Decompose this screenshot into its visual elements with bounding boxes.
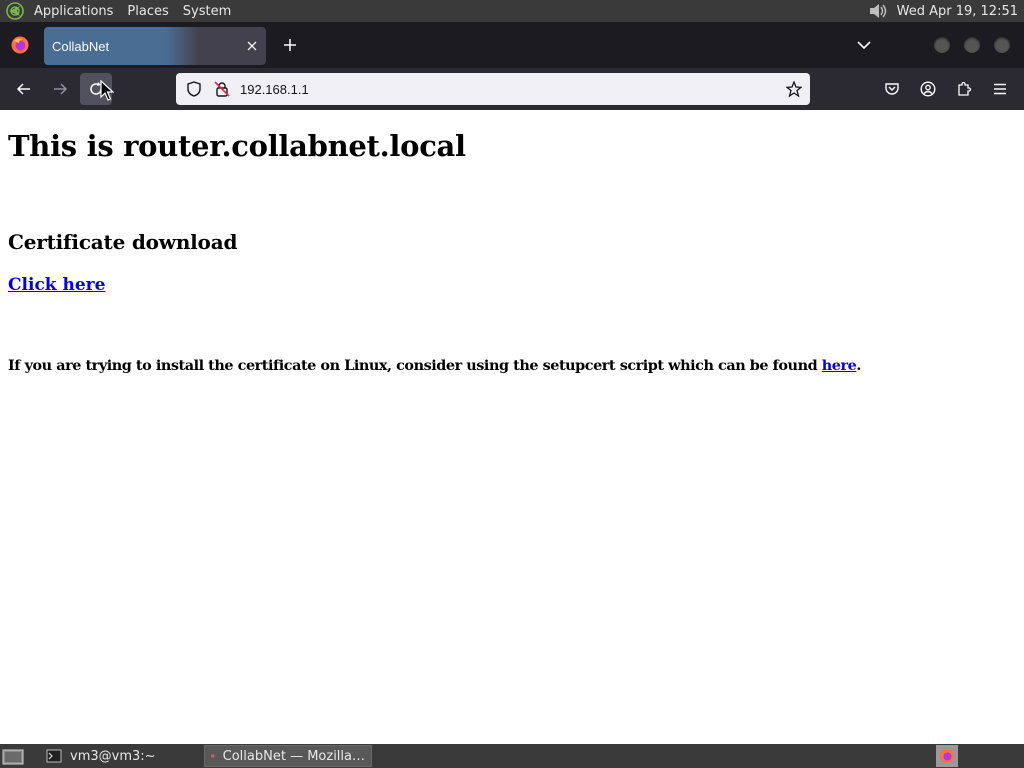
back-button[interactable] <box>8 73 40 105</box>
firefox-icon[interactable] <box>10 35 30 55</box>
taskbar-terminal-label: vm3@vm3:~ <box>70 748 156 764</box>
page-title: This is router.collabnet.local <box>8 129 466 163</box>
minimize-window-button[interactable] <box>934 37 950 53</box>
workspace-switcher[interactable] <box>936 745 958 767</box>
close-window-button[interactable] <box>994 37 1010 53</box>
firefox-icon <box>940 749 954 763</box>
terminal-icon <box>46 749 62 763</box>
account-icon <box>920 81 936 97</box>
volume-icon[interactable] <box>867 2 889 20</box>
taskbar-firefox[interactable]: CollabNet — Mozilla… <box>204 745 372 767</box>
pocket-icon <box>885 83 899 95</box>
extensions-button[interactable] <box>948 73 980 105</box>
app-menu-button[interactable] <box>984 73 1016 105</box>
chevron-down-icon <box>857 41 871 50</box>
panel-clock[interactable]: Wed Apr 19, 12:51 <box>897 4 1018 19</box>
hamburger-icon <box>994 83 1006 95</box>
top-panel: Applications Places System Wed Apr 19, 1… <box>0 0 1024 22</box>
new-tab-button[interactable] <box>276 31 304 59</box>
maximize-window-button[interactable] <box>964 37 980 53</box>
tab-collabnet[interactable]: CollabNet <box>44 27 266 65</box>
plus-icon <box>284 39 296 51</box>
linux-note-end: . <box>856 357 861 374</box>
toolbar-right-buttons <box>876 73 1020 105</box>
bookmark-star-icon[interactable] <box>782 77 806 101</box>
arrow-right-icon <box>54 83 68 95</box>
taskbar-firefox-label: CollabNet — Mozilla… <box>222 748 365 764</box>
account-button[interactable] <box>912 73 944 105</box>
mouse-cursor-icon <box>100 80 114 101</box>
url-bar[interactable]: 192.168.1.1 <box>176 73 810 105</box>
tab-close-icon[interactable] <box>240 34 264 58</box>
nav-toolbar: 192.168.1.1 <box>0 68 1024 110</box>
setupcert-link[interactable]: here <box>822 357 857 374</box>
page-content: This is router.collabnet.local Certifica… <box>0 110 1024 744</box>
distro-logo-icon[interactable] <box>6 2 24 20</box>
tab-strip: CollabNet <box>0 22 1024 68</box>
linux-note: If you are trying to install the certifi… <box>8 357 861 374</box>
tab-title: CollabNet <box>52 38 110 54</box>
places-menu[interactable]: Places <box>125 4 176 19</box>
linux-note-text: If you are trying to install the certifi… <box>8 357 822 374</box>
list-all-tabs-button[interactable] <box>850 31 878 59</box>
taskbar-terminal[interactable]: vm3@vm3:~ <box>40 745 196 767</box>
forward-button[interactable] <box>44 73 76 105</box>
shield-icon[interactable] <box>184 79 204 99</box>
url-text[interactable]: 192.168.1.1 <box>240 82 782 97</box>
arrow-left-icon <box>16 83 30 95</box>
system-menu[interactable]: System <box>181 4 239 19</box>
certificate-download-link[interactable]: Click here <box>8 275 105 295</box>
applications-menu[interactable]: Applications <box>32 4 121 19</box>
show-desktop-icon[interactable] <box>2 747 24 765</box>
certificate-heading: Certificate download <box>8 230 238 254</box>
pocket-button[interactable] <box>876 73 908 105</box>
puzzle-icon <box>958 81 972 96</box>
taskbar: vm3@vm3:~ CollabNet — Mozilla… <box>0 744 1024 768</box>
firefox-icon <box>211 754 215 758</box>
insecure-lock-icon[interactable] <box>212 79 232 99</box>
